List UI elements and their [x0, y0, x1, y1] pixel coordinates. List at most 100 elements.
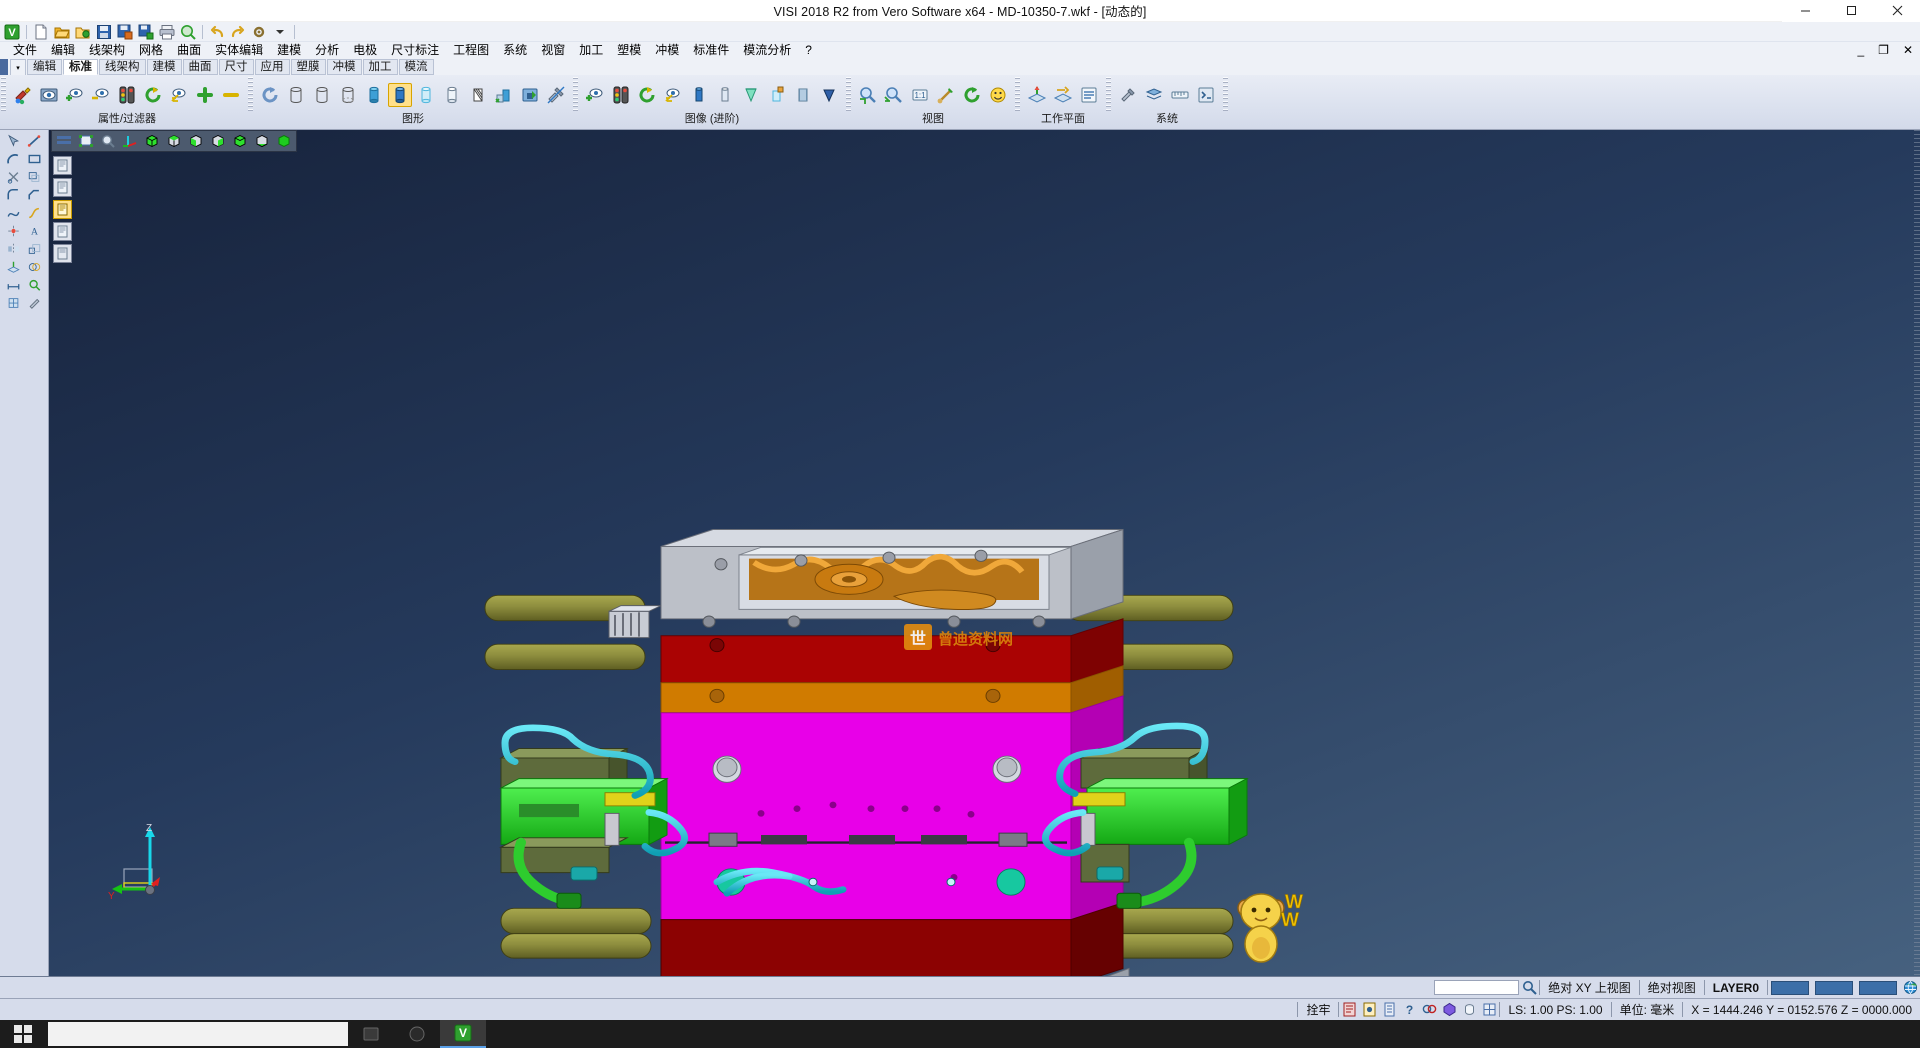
save-icon[interactable]: [94, 23, 114, 41]
taskbar-item-2[interactable]: [394, 1020, 440, 1048]
palette-layer2-icon[interactable]: [53, 178, 72, 197]
tool-chamfer-icon[interactable]: [25, 187, 45, 204]
mdi-restore-button[interactable]: ❐: [1871, 42, 1896, 59]
tool-curve-icon[interactable]: [25, 205, 45, 222]
menu-solid-edit[interactable]: 实体编辑: [208, 42, 270, 59]
view-iso-top-icon[interactable]: [164, 132, 184, 150]
refresh-image-icon[interactable]: [635, 83, 659, 107]
menu-drawing[interactable]: 工程图: [446, 42, 496, 59]
snap-quadrant-icon[interactable]: [1459, 1000, 1479, 1019]
redo-icon[interactable]: [228, 23, 248, 41]
graphics-settings-icon[interactable]: [544, 83, 568, 107]
cut-section-icon[interactable]: [765, 83, 789, 107]
tab-press-mold[interactable]: 冲模: [327, 59, 362, 75]
view-fit-icon[interactable]: [76, 132, 96, 150]
snap-center-icon[interactable]: [1439, 1000, 1459, 1019]
3d-viewport[interactable]: 世 曾迪资料网 W W: [49, 130, 1920, 976]
tab-standard[interactable]: 标准: [63, 59, 98, 75]
traffic-light-filter-icon[interactable]: [115, 83, 139, 107]
view-mode-label[interactable]: 绝对 XY 上视图: [1540, 977, 1638, 999]
new-file-icon[interactable]: [31, 23, 51, 41]
menu-help[interactable]: ?: [798, 42, 819, 59]
view-attributes-icon[interactable]: [37, 83, 61, 107]
tab-edit[interactable]: 编辑: [27, 59, 62, 75]
view-iso-back-icon[interactable]: [208, 132, 228, 150]
tool-scale-icon[interactable]: [25, 241, 45, 258]
overflow-chevron-icon[interactable]: [270, 23, 290, 41]
layer-label[interactable]: LAYER0: [1705, 977, 1767, 999]
open-file-icon[interactable]: [52, 23, 72, 41]
tool-arc-icon[interactable]: [4, 151, 24, 168]
smiley-view-icon[interactable]: [986, 83, 1010, 107]
menu-surface[interactable]: 曲面: [170, 42, 208, 59]
save-all-icon[interactable]: [136, 23, 156, 41]
snap-lock-label[interactable]: 拴牢: [1298, 999, 1338, 1021]
traffic-light-layers-icon[interactable]: [609, 83, 633, 107]
regenerate-icon[interactable]: [258, 83, 282, 107]
palette-layer4-icon[interactable]: [53, 222, 72, 241]
view-iso-right-icon[interactable]: [186, 132, 206, 150]
show-entity-icon[interactable]: [63, 83, 87, 107]
mesh-view-icon[interactable]: [791, 83, 815, 107]
menu-flow-analysis[interactable]: 模流分析: [736, 42, 798, 59]
add-entity-icon[interactable]: [193, 83, 217, 107]
absolute-view-label[interactable]: 绝对视图: [1640, 977, 1704, 999]
print-preview-icon[interactable]: [178, 23, 198, 41]
menu-dimension[interactable]: 尺寸标注: [384, 42, 446, 59]
rotate-view-icon[interactable]: [960, 83, 984, 107]
view-iso-left-icon[interactable]: [230, 132, 250, 150]
snap-point-icon[interactable]: [1359, 1000, 1379, 1019]
menu-modeling[interactable]: 建模: [270, 42, 308, 59]
taskbar-item-1[interactable]: [348, 1020, 394, 1048]
hidden-line-dashed-icon[interactable]: [336, 83, 360, 107]
workplane-list-icon[interactable]: [1077, 83, 1101, 107]
close-button[interactable]: [1874, 0, 1920, 22]
snap-intersect-icon[interactable]: [1419, 1000, 1439, 1019]
render-quality-icon[interactable]: [518, 83, 542, 107]
snap-midpoint-icon[interactable]: [1379, 1000, 1399, 1019]
view-list-icon[interactable]: [54, 132, 74, 150]
tool-point-icon[interactable]: [4, 223, 24, 240]
menu-press[interactable]: 冲模: [648, 42, 686, 59]
shade-transparent-icon[interactable]: [713, 83, 737, 107]
mdi-close-button[interactable]: ✕: [1896, 42, 1920, 59]
shade-solid-icon[interactable]: [687, 83, 711, 107]
tool-trim-icon[interactable]: [4, 169, 24, 186]
section-icon[interactable]: [466, 83, 490, 107]
system-layers-icon[interactable]: [1142, 83, 1166, 107]
layer-color-swatch-3[interactable]: [1859, 981, 1897, 995]
view-iso-front-icon[interactable]: [142, 132, 162, 150]
tool-intersect-icon[interactable]: [25, 259, 45, 276]
view-iso-bottom-icon[interactable]: [252, 132, 272, 150]
units-label[interactable]: 单位: 毫米: [1612, 999, 1683, 1021]
tab-dimension[interactable]: 尺寸: [219, 59, 254, 75]
tool-rectangle-icon[interactable]: [25, 151, 45, 168]
menu-file[interactable]: 文件: [6, 42, 44, 59]
menu-mold[interactable]: 塑模: [610, 42, 648, 59]
blank-entity-icon[interactable]: [583, 83, 607, 107]
workplane-define-icon[interactable]: [1025, 83, 1049, 107]
save-as-icon[interactable]: [115, 23, 135, 41]
system-units-icon[interactable]: [1168, 83, 1192, 107]
tool-measure-icon[interactable]: [4, 277, 24, 294]
refresh-view-icon[interactable]: [141, 83, 165, 107]
hidden-line-icon[interactable]: [310, 83, 334, 107]
transparent-icon[interactable]: [414, 83, 438, 107]
snap-nearest-icon[interactable]: [1479, 1000, 1499, 1019]
ribbon-gripper-5[interactable]: [1106, 77, 1111, 113]
search-icon[interactable]: [1519, 978, 1539, 997]
tab-overflow-dropdown[interactable]: ▾: [10, 59, 26, 75]
shaded-edges-icon[interactable]: [388, 83, 412, 107]
tab-machining[interactable]: 加工: [363, 59, 398, 75]
workplane-move-icon[interactable]: [1051, 83, 1075, 107]
tool-offset-icon[interactable]: [25, 169, 45, 186]
zoom-all-icon[interactable]: [882, 83, 906, 107]
minimize-button[interactable]: [1782, 0, 1828, 22]
tab-wireframe[interactable]: 线架构: [99, 59, 146, 75]
ribbon-gripper-1[interactable]: [248, 77, 253, 113]
view-axis-icon[interactable]: [120, 132, 140, 150]
tool-project-icon[interactable]: [4, 259, 24, 276]
open-recent-icon[interactable]: [73, 23, 93, 41]
tab-flow[interactable]: 模流: [399, 59, 434, 75]
settings-icon[interactable]: [249, 23, 269, 41]
